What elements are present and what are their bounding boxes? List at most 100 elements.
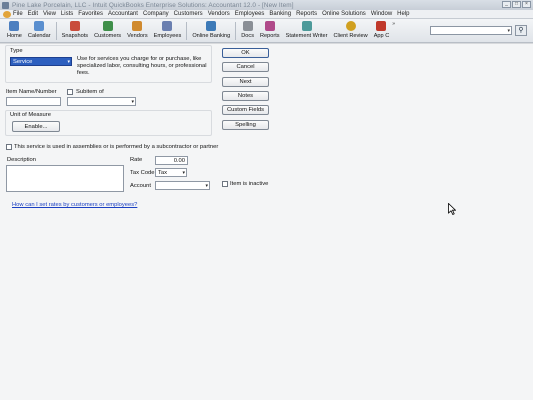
chevron-down-icon[interactable]: ▾ [67,58,70,66]
next-button[interactable]: Next [222,77,269,87]
toolbar-label: Client Review [333,33,368,39]
toolbar-home-button[interactable]: Home [4,19,25,42]
toolbar-customers-button[interactable]: Customers [91,19,124,42]
app-center-icon [376,21,387,31]
spelling-button[interactable]: Spelling [222,120,269,130]
toolbar-client-review-button[interactable]: Client Review [330,19,370,42]
type-description-line-1: Use for services you charge for or purch… [77,56,202,62]
rate-value: 0.00 [173,158,185,164]
employees-icon [162,21,173,31]
toolbar-label: Snapshots [61,33,89,39]
minimize-button[interactable]: _ [502,1,511,8]
menu-employees[interactable]: Employees [235,11,265,17]
menu-reports[interactable]: Reports [296,11,317,17]
toolbar-docs-button[interactable]: Docs [238,19,257,42]
subcontractor-checkbox[interactable] [6,144,12,150]
window-controls: _ □ × [502,1,531,8]
toolbar-search-input[interactable]: ▾ [430,26,512,35]
menu-company[interactable]: Company [143,11,169,17]
custom-fields-button[interactable]: Custom Fields [222,105,269,115]
chevron-down-icon[interactable]: ▾ [205,182,208,190]
chevron-down-icon[interactable]: ▾ [131,98,134,106]
calendar-icon [34,21,45,31]
toolbar-statement-writer-button[interactable]: Statement Writer [283,19,331,42]
snapshots-icon [69,21,80,31]
menu-lists[interactable]: Lists [61,11,73,17]
icon-toolbar: Home Calendar Snapshots Customers Vendor… [0,19,533,43]
menu-favorites[interactable]: Favorites [78,11,103,17]
close-button[interactable]: × [522,1,531,8]
description-textarea[interactable] [6,165,124,192]
cancel-button[interactable]: Cancel [222,62,269,72]
menu-online-solutions[interactable]: Online Solutions [322,11,366,17]
chevron-down-icon[interactable]: ▾ [182,169,185,177]
toolbar-vendors-button[interactable]: Vendors [124,19,151,42]
statement-writer-icon [301,21,312,31]
search-icon[interactable]: ⚲ [515,25,527,36]
toolbar-overflow-icon[interactable]: » [392,21,395,27]
rate-input[interactable]: 0.00 [155,156,188,165]
toolbar-label: Vendors [127,33,148,39]
unit-of-measure-label: Unit of Measure [10,112,51,118]
maximize-button[interactable]: □ [512,1,521,8]
menu-vendors[interactable]: Vendors [208,11,230,17]
account-label: Account [130,183,151,189]
menu-customers[interactable]: Customers [174,11,203,17]
item-inactive-checkbox[interactable] [222,181,228,187]
item-name-input[interactable] [6,97,61,106]
toolbar-employees-button[interactable]: Employees [151,19,185,42]
notes-button[interactable]: Notes [222,91,269,101]
toolbar-separator [55,22,57,40]
vendors-icon [132,21,143,31]
reports-icon [264,21,275,31]
type-description-line-2: specialized labor, consulting hours, or … [77,63,207,69]
ok-button[interactable]: OK [222,48,269,58]
mouse-cursor-icon [448,203,456,215]
client-review-icon [345,21,356,31]
item-inactive-label: Item is inactive [230,181,269,187]
menu-accountant[interactable]: Accountant [108,11,138,17]
rates-help-link[interactable]: How can I set rates by customers or empl… [12,202,137,208]
item-name-label: Item Name/Number [6,89,57,95]
online-banking-icon [206,21,217,31]
toolbar-label: App C [373,33,390,39]
chevron-down-icon[interactable]: ▾ [507,28,510,34]
toolbar-label: Statement Writer [285,33,328,39]
toolbar-label: Employees [153,33,182,39]
menu-help[interactable]: Help [397,11,409,17]
home-icon [9,21,20,31]
toolbar-label: Reports [260,33,280,39]
quickbooks-logo-icon[interactable] [3,10,11,18]
enable-button[interactable]: Enable... [12,121,60,132]
type-select[interactable]: Service ▾ [10,57,72,66]
toolbar-reports-button[interactable]: Reports [257,19,283,42]
menu-window[interactable]: Window [371,11,392,17]
menu-edit[interactable]: Edit [28,11,38,17]
new-item-form: Type Service ▾ Use for services you char… [0,44,533,400]
customers-icon [102,21,113,31]
tax-code-label: Tax Code [130,170,155,176]
toolbar-label: Calendar [27,33,51,39]
window-title: Pine Lake Porcelain, LLC - Intuit QuickB… [12,1,294,9]
app-icon [2,1,9,9]
subitem-label: Subitem of [76,89,104,95]
subcontractor-label: This service is used in assemblies or is… [14,144,219,150]
subitem-select[interactable]: ▾ [67,97,136,106]
type-description-line-3: fees. [77,70,90,76]
type-select-value: Service [13,58,33,65]
toolbar-label: Home [7,33,22,39]
menu-view[interactable]: View [43,11,56,17]
menu-banking[interactable]: Banking [269,11,291,17]
toolbar-label: Customers [94,33,122,39]
tax-code-select[interactable]: Tax ▾ [155,168,187,177]
menu-file[interactable]: File [13,11,23,17]
toolbar-calendar-button[interactable]: Calendar [25,19,54,42]
toolbar-online-banking-button[interactable]: Online Banking [189,19,233,42]
account-select[interactable]: ▾ [155,181,210,190]
type-label: Type [10,48,23,54]
rate-label: Rate [130,157,143,163]
toolbar-separator [186,22,188,40]
toolbar-app-center-button[interactable]: App C [371,19,393,42]
subitem-checkbox[interactable] [67,89,73,95]
toolbar-snapshots-button[interactable]: Snapshots [59,19,91,42]
